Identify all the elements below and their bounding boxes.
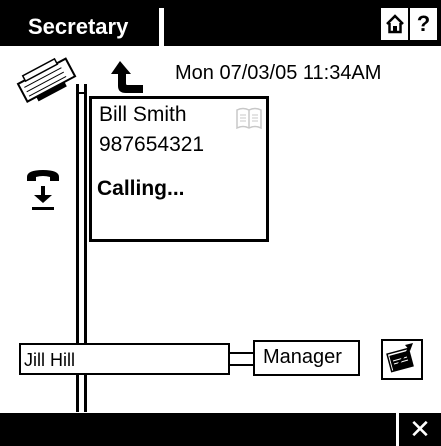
call-status: Calling...	[97, 177, 185, 200]
help-button[interactable]: ?	[410, 8, 437, 40]
top-bar: Secretary ?	[0, 0, 441, 46]
caller-name: Bill Smith	[99, 103, 187, 126]
home-icon	[385, 14, 404, 34]
datetime-display: Mon 07/03/05 11:34AM	[175, 62, 382, 84]
home-button[interactable]	[381, 8, 408, 40]
jill-hill-label: Jill Hill	[24, 350, 75, 370]
manager-box[interactable]: Manager	[253, 340, 360, 376]
caller-card[interactable]: Bill Smith 987654321 Calling...	[89, 96, 269, 242]
address-book-icon	[236, 107, 262, 129]
box-connector	[228, 343, 255, 375]
close-button[interactable]: ✕	[396, 413, 441, 446]
transfer-arrow-icon[interactable]	[110, 60, 146, 96]
app-title: Secretary	[6, 8, 164, 46]
caller-number: 987654321	[99, 133, 205, 156]
write-note-button[interactable]	[381, 339, 423, 380]
jill-hill-box[interactable]: Jill Hill	[19, 343, 230, 375]
bottom-bar: ✕	[0, 413, 441, 446]
write-note-icon	[386, 343, 414, 373]
handset-hold-icon[interactable]	[25, 168, 65, 218]
fax-icon[interactable]	[10, 56, 84, 106]
manager-label: Manager	[263, 346, 342, 368]
